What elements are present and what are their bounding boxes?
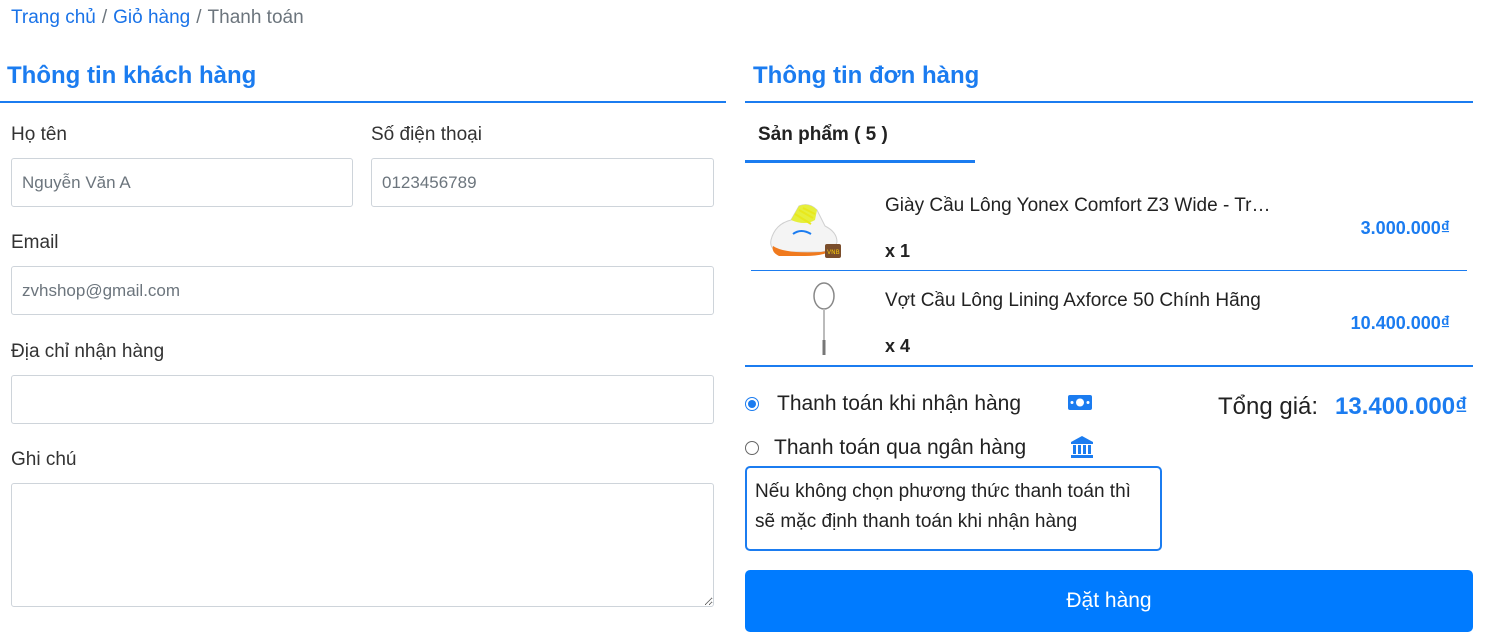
breadcrumb: Trang chủ / Giỏ hàng / Thanh toán [11, 7, 304, 29]
customer-info-title: Thông tin khách hàng [7, 62, 257, 89]
phone-label: Số điện thoại [371, 124, 482, 145]
order-info-title: Thông tin đơn hàng [753, 62, 980, 89]
items-bottom-divider [745, 365, 1473, 367]
money-icon [1068, 395, 1092, 410]
name-label: Họ tên [11, 124, 67, 145]
total-value: 13.400.000₫ [1335, 393, 1468, 420]
address-input[interactable] [11, 375, 714, 424]
item-quantity: x 1 [885, 241, 911, 261]
email-label: Email [11, 232, 59, 253]
breadcrumb-cart-link[interactable]: Giỏ hàng [113, 7, 190, 29]
order-info-divider [745, 101, 1473, 103]
total-label: Tổng giá: [1218, 393, 1319, 420]
racket-image [813, 282, 835, 355]
shoe-image: VNB [770, 204, 841, 258]
item-price: 3.000.000₫ [1360, 218, 1450, 238]
breadcrumb-separator: / [101, 7, 108, 28]
item-name[interactable]: Vợt Cầu Lông Lining Axforce 50 Chính Hãn… [885, 290, 1275, 312]
tab-products-underline [745, 160, 975, 163]
note-textarea[interactable] [11, 483, 714, 607]
payment-option-cod[interactable]: Thanh toán khi nhận hàng [745, 392, 1021, 416]
item-price: 10.400.000₫ [1350, 313, 1450, 333]
name-input[interactable] [11, 158, 353, 207]
breadcrumb-current: Thanh toán [207, 7, 304, 28]
svg-text:VNB: VNB [827, 249, 840, 256]
customer-info-divider [0, 101, 726, 103]
tab-products[interactable]: Sản phẩm ( 5 ) [758, 124, 888, 146]
payment-cod-label[interactable]: Thanh toán khi nhận hàng [777, 392, 1021, 416]
order-item: Vợt Cầu Lông Lining Axforce 50 Chính Hãn… [745, 271, 1467, 366]
payment-option-bank[interactable]: Thanh toán qua ngân hàng [745, 436, 1026, 460]
payment-bank-label[interactable]: Thanh toán qua ngân hàng [774, 436, 1026, 460]
bank-icon [1071, 436, 1093, 458]
place-order-button[interactable]: Đặt hàng [745, 570, 1473, 632]
breadcrumb-separator: / [196, 7, 202, 28]
breadcrumb-home-link[interactable]: Trang chủ [11, 7, 96, 29]
checkout-page: Trang chủ / Giỏ hàng / Thanh toán Thông … [0, 0, 1487, 640]
email-input[interactable] [11, 266, 714, 315]
payment-bank-radio[interactable] [745, 441, 759, 455]
order-item: VNB Giày Cầu Lông Yonex Comfort Z3 Wide … [745, 176, 1467, 271]
item-name[interactable]: Giày Cầu Lông Yonex Comfort Z3 Wide - Tr… [885, 195, 1275, 217]
address-label: Địa chỉ nhận hàng [11, 341, 165, 362]
phone-input[interactable] [371, 158, 714, 207]
payment-cod-radio[interactable] [745, 397, 759, 411]
item-quantity: x 4 [885, 336, 911, 356]
payment-note: Nếu không chọn phương thức thanh toán th… [745, 466, 1162, 551]
note-label: Ghi chú [11, 449, 77, 470]
